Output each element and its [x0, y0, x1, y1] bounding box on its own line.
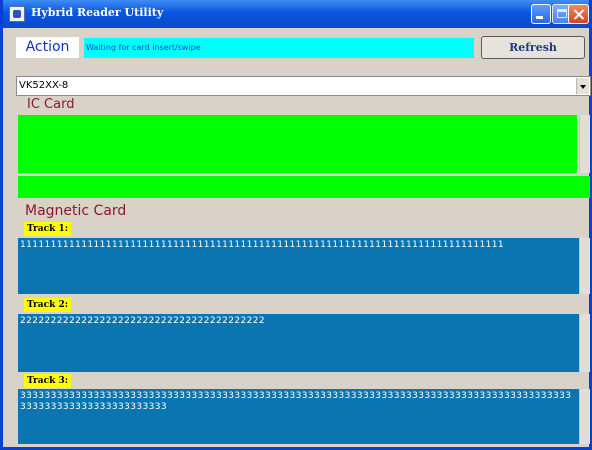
track1-field[interactable]: 1111111111111111111111111111111111111111… — [18, 238, 590, 294]
track3-label: Track 3: — [24, 374, 72, 388]
track1-label: Track 1: — [24, 222, 72, 236]
track2-value: 2222222222222222222222222222222222222222 — [20, 316, 266, 326]
track2-scrollbar[interactable] — [579, 314, 590, 372]
track3-value: 3333333333333333333333333333333333333333… — [20, 391, 572, 412]
ic-card-output[interactable] — [18, 115, 577, 173]
status-field: Waiting for card insert/swipe — [84, 38, 474, 58]
refresh-button[interactable]: Refresh — [481, 36, 585, 59]
track2-label: Track 2: — [24, 298, 72, 312]
main-window: Hybrid Reader Utility Action Waiting for… — [0, 0, 592, 450]
close-icon[interactable] — [568, 4, 589, 24]
device-select-value: VK52XX-8 — [19, 80, 69, 91]
track2-field[interactable]: 2222222222222222222222222222222222222222 — [18, 314, 590, 372]
ic-card-heading: IC Card — [27, 97, 75, 112]
track3-field[interactable]: 3333333333333333333333333333333333333333… — [18, 389, 590, 444]
title-bar[interactable]: Hybrid Reader Utility — [3, 0, 589, 28]
window-title: Hybrid Reader Utility — [31, 6, 164, 19]
track1-scrollbar[interactable] — [579, 238, 590, 294]
track3-scrollbar[interactable] — [579, 389, 590, 444]
chevron-down-icon[interactable] — [576, 78, 589, 94]
action-label: Action — [16, 37, 79, 58]
track1-value: 1111111111111111111111111111111111111111… — [20, 240, 504, 250]
ic-card-scrollbar[interactable] — [579, 115, 590, 173]
device-select[interactable]: VK52XX-8 — [16, 76, 591, 96]
magnetic-card-heading: Magnetic Card — [25, 203, 127, 219]
app-icon — [9, 6, 25, 22]
ic-card-status-field — [18, 176, 590, 198]
minimize-icon[interactable] — [531, 4, 551, 24]
